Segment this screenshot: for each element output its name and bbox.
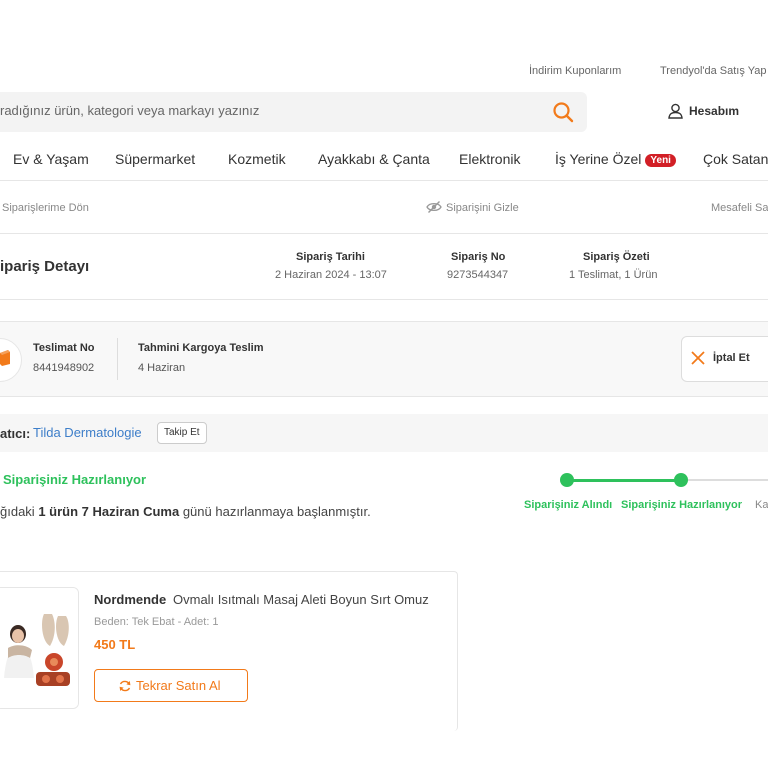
close-icon [691, 351, 705, 365]
order-date-value: 2 Haziran 2024 - 13:07 [275, 269, 387, 281]
nav-electronics[interactable]: Elektronik [459, 151, 520, 167]
nav-cosmetics[interactable]: Kozmetik [228, 151, 286, 167]
subbar-divider [0, 233, 768, 234]
product-brand[interactable]: Nordmende [94, 592, 166, 607]
rebuy-label: Tekrar Satın Al [136, 678, 221, 693]
order-summary-label: Sipariş Özeti [583, 251, 650, 263]
order-date-label: Sipariş Tarihi [296, 251, 365, 263]
progress-label-received: Siparişiniz Alındı [524, 499, 613, 511]
refresh-icon [119, 680, 131, 692]
sell-link[interactable]: Trendyol'da Satış Yap [660, 65, 766, 77]
order-summary-value: 1 Teslimat, 1 Ürün [569, 269, 658, 281]
nav-shoes-bags[interactable]: Ayakkabı & Çanta [318, 151, 430, 167]
progress-line-pending [681, 479, 768, 481]
progress-dot-received [560, 473, 574, 487]
nav-bestsellers[interactable]: Çok Satanl [703, 151, 768, 167]
account-button[interactable]: Hesabım [668, 103, 739, 119]
status-desc-pre: ğıdaki [0, 504, 39, 519]
new-badge: Yeni [645, 154, 676, 167]
product-price: 450 TL [94, 637, 136, 652]
shipment-separator [117, 338, 118, 380]
order-header-divider [0, 299, 768, 300]
eta-label: Tahmini Kargoya Teslim [138, 342, 264, 354]
page-title: ipariş Detayı [0, 258, 90, 275]
contract-link[interactable]: Mesafeli Sa [711, 202, 768, 214]
back-to-orders-link[interactable]: Siparişlerime Dön [2, 202, 89, 214]
search-input[interactable]: radığınız ürün, kategori veya markayı ya… [0, 103, 259, 118]
shipment-box [0, 321, 768, 397]
nav-divider [0, 180, 768, 181]
account-label: Hesabım [689, 104, 740, 118]
follow-button[interactable]: Takip Et [157, 422, 207, 444]
coupons-link[interactable]: İndirim Kuponlarım [529, 65, 621, 77]
seller-label: atıcı: [0, 426, 31, 441]
status-description: ğıdaki 1 ürün 7 Haziran Cuma günü hazırl… [0, 504, 371, 519]
eta-value: 4 Haziran [138, 362, 186, 374]
progress-label-preparing: Siparişiniz Hazırlanıyor [621, 499, 743, 511]
progress-label-next: Ka [755, 499, 768, 511]
cancel-label: İptal Et [713, 352, 750, 364]
product-meta: Beden: Tek Ebat - Adet: 1 [94, 616, 219, 628]
shipment-no-value: 8441948902 [33, 362, 95, 374]
search-icon[interactable] [552, 101, 574, 123]
product-image[interactable] [0, 587, 79, 709]
status-desc-count: 1 ürün [38, 504, 79, 519]
product-name[interactable]: Ovmalı Isıtmalı Masaj Aleti Boyun Sırt O… [173, 592, 443, 607]
nav-home-living[interactable]: Ev & Yaşam [13, 151, 89, 167]
nav-supermarket[interactable]: Süpermarket [115, 151, 195, 167]
nav-business-label: İş Yerine Özel [555, 151, 642, 167]
package-icon [0, 350, 10, 366]
user-icon [668, 103, 683, 119]
order-no-value: 9273544347 [447, 269, 509, 281]
hide-order-link[interactable]: Siparişini Gizle [446, 202, 519, 214]
seller-name-link[interactable]: Tilda Dermatologie [33, 425, 142, 440]
status-title: Siparişiniz Hazırlanıyor [3, 472, 147, 487]
progress-dot-preparing [674, 473, 688, 487]
progress-line-complete [567, 479, 681, 482]
status-desc-post: günü hazırlanmaya başlanmıştır. [179, 504, 371, 519]
eye-off-icon[interactable] [426, 200, 442, 214]
shipment-no-label: Teslimat No [33, 342, 95, 354]
status-desc-date: 7 Haziran Cuma [81, 504, 180, 519]
nav-business[interactable]: İş Yerine Özel Yeni [555, 151, 676, 167]
order-no-label: Sipariş No [451, 251, 506, 263]
product-photo [0, 588, 78, 708]
